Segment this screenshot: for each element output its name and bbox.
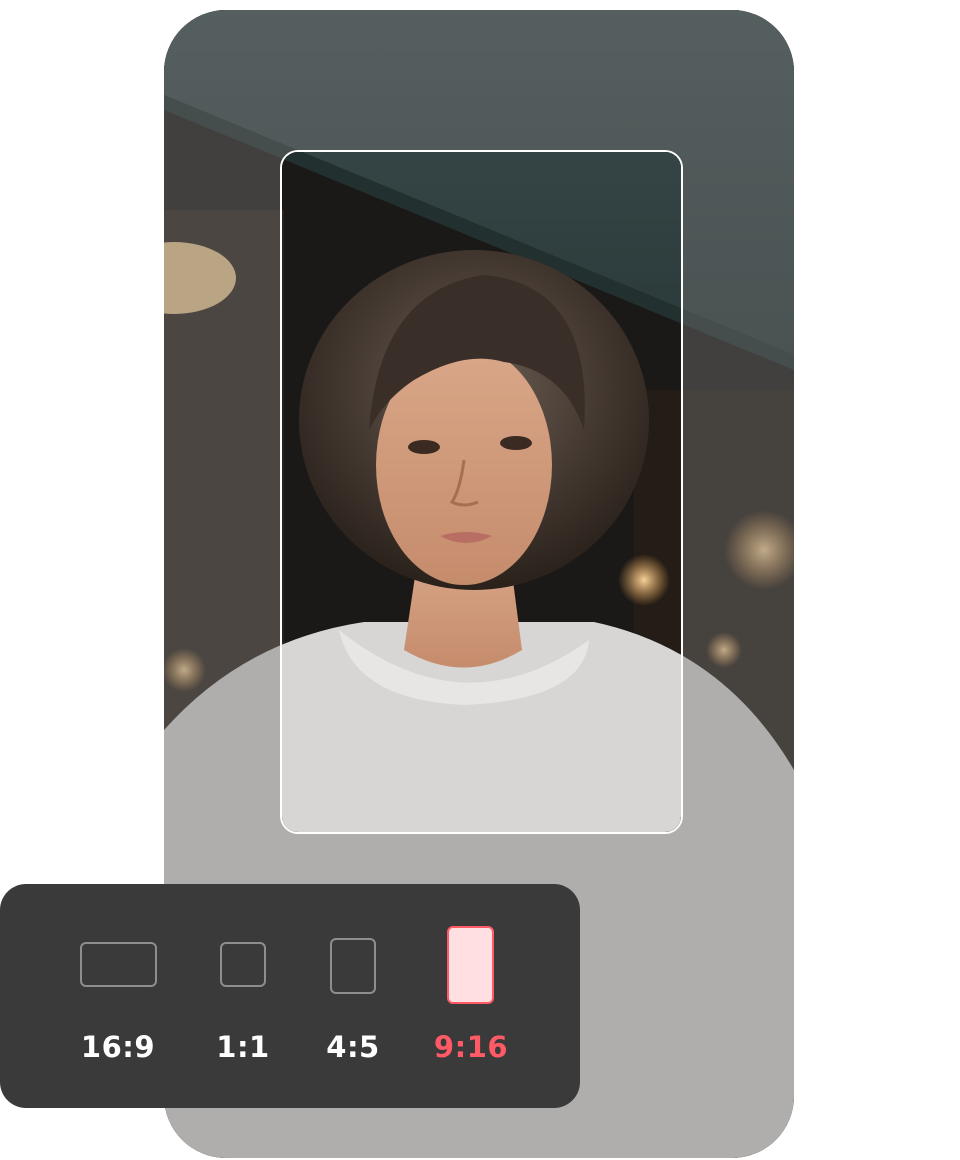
aspect-ratio-panel: 16:9 1:1 4:5 9:16	[0, 884, 580, 1108]
ratio-label: 9:16	[433, 1030, 509, 1064]
ratio-option-1-1[interactable]: 1:1	[200, 884, 286, 1108]
ratio-9-16-icon	[447, 926, 494, 1004]
ratio-4-5-icon	[330, 938, 376, 994]
crop-frame[interactable]	[280, 150, 683, 834]
ratio-1-1-icon	[220, 942, 266, 987]
ratio-option-9-16[interactable]: 9:16	[424, 884, 518, 1108]
ratio-label: 16:9	[80, 1030, 156, 1064]
ratio-label: 1:1	[216, 1030, 270, 1064]
crop-preview	[282, 152, 681, 832]
ratio-label: 4:5	[326, 1030, 380, 1064]
crop-editor: 16:9 1:1 4:5 9:16	[0, 0, 960, 1160]
ratio-16-9-icon	[80, 942, 157, 987]
ratio-option-16-9[interactable]: 16:9	[60, 884, 176, 1108]
ratio-option-4-5[interactable]: 4:5	[308, 884, 398, 1108]
